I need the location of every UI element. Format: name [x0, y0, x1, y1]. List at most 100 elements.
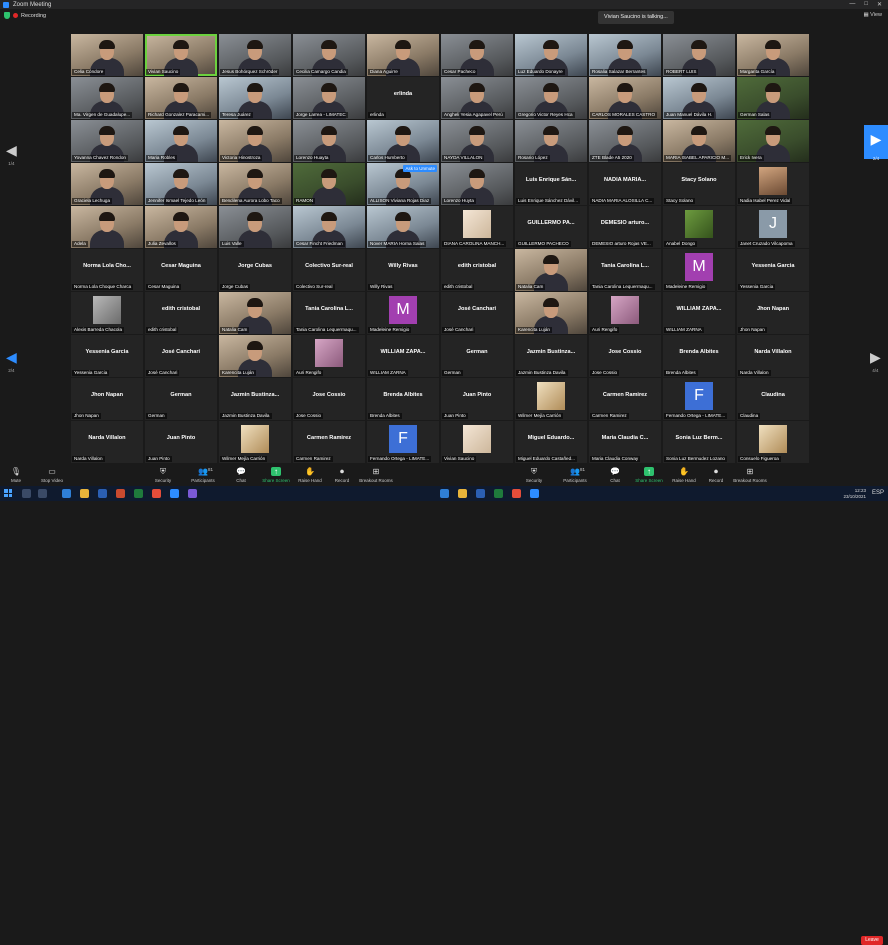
file-explorer-icon-2[interactable]	[458, 489, 467, 498]
breakout-rooms-button-2[interactable]: ⊞ Breakout Rooms	[733, 467, 767, 483]
participant-tile[interactable]: WILLIAM ZAPA... WILLIAM ZARNA	[367, 335, 439, 377]
participant-tile[interactable]: erlinda erlinda	[367, 77, 439, 119]
participant-tile[interactable]: Julia Zevallos	[145, 206, 217, 248]
powerpoint-icon[interactable]	[116, 489, 125, 498]
participant-tile[interactable]: Lorenzo Huayta	[293, 120, 365, 162]
participant-tile[interactable]: Carmen Ramirez Carmen Ramirez	[293, 421, 365, 463]
excel-icon[interactable]	[134, 489, 143, 498]
participant-tile[interactable]: Vivian Saucino	[145, 34, 217, 76]
view-button[interactable]: ▦ View	[863, 12, 882, 18]
breakout-rooms-button[interactable]: ⊞ Breakout Rooms	[359, 467, 393, 483]
participant-tile[interactable]: CARLOS MORALES CASTRO	[589, 77, 661, 119]
participant-tile[interactable]: Consuelo Figueroa	[737, 421, 809, 463]
participant-tile[interactable]: MARIA ISABEL APARICIO M...	[663, 120, 735, 162]
participant-tile[interactable]: Claudina Claudina	[737, 378, 809, 420]
language-indicator[interactable]: ESP	[872, 490, 884, 496]
participant-tile[interactable]: Richard Gonzalez Paracami...	[145, 77, 217, 119]
participant-tile[interactable]: Gregorio Victor Reyes Hca	[515, 77, 587, 119]
participant-tile[interactable]: Natalia Cam	[219, 292, 291, 334]
participant-tile[interactable]: Teresa Juárez	[219, 77, 291, 119]
participant-tile[interactable]: Norma Lola Cho... Norma Lola Choque Charc…	[71, 249, 143, 291]
participant-tile[interactable]: ZTE Blade A5 2020	[589, 120, 661, 162]
participant-tile[interactable]: Luis Valle	[219, 206, 291, 248]
participant-tile[interactable]: Natalia Cam	[515, 249, 587, 291]
participant-tile[interactable]: Lorenzo Huyta	[441, 163, 513, 205]
participant-tile[interactable]: Jennifer Ismael Tejedo León	[145, 163, 217, 205]
participant-tile[interactable]: Narda Villalon Narda Villalon	[71, 421, 143, 463]
participant-tile[interactable]: Anabel Dongo	[663, 206, 735, 248]
participant-tile[interactable]: German German	[145, 378, 217, 420]
maximize-button[interactable]: □	[864, 1, 868, 8]
participant-tile[interactable]: Jorge Larrea - LIMATEC	[293, 77, 365, 119]
participant-tile[interactable]: Vivian Saucino	[441, 421, 513, 463]
participant-tile[interactable]: Adela	[71, 206, 143, 248]
previous-page-button-2[interactable]: ◀ 2/4	[6, 349, 17, 373]
participant-tile[interactable]: Cesar Fincht Friedman	[293, 206, 365, 248]
share-screen-button-2[interactable]: ↑ Share Screen	[632, 467, 666, 483]
participant-tile[interactable]: José Canchari José Canchari	[145, 335, 217, 377]
participant-tile[interactable]: M Madeleine Remigio	[663, 249, 735, 291]
participant-tile[interactable]: Jazmin Bustinza... Jazmin Bustinza Davila	[219, 378, 291, 420]
shield-icon[interactable]	[4, 12, 10, 19]
participant-tile[interactable]: Nadia Isabel Perez Vidal	[737, 163, 809, 205]
participant-tile[interactable]: Jesus Bohórquez Schröder	[219, 34, 291, 76]
participant-tile[interactable]: José Canchari José Canchari	[441, 292, 513, 334]
participant-tile[interactable]: Celia Cóndore	[71, 34, 143, 76]
teams-icon[interactable]	[188, 489, 197, 498]
participant-tile[interactable]: Jhon Napan Jhon Napan	[71, 378, 143, 420]
participant-tile[interactable]: NADIA MARIA... NADIA MARIA ALOSILLA C...	[589, 163, 661, 205]
participant-tile[interactable]: Ask to Unmute ALLISON Viviana Rojas Diaz	[367, 163, 439, 205]
participant-tile[interactable]: Alexis Barreda Chacola	[71, 292, 143, 334]
chat-button-2[interactable]: 💬 Chat	[598, 467, 632, 483]
participant-tile[interactable]: Cesar Pacheco	[441, 34, 513, 76]
participant-tile[interactable]: Brenda Albites Brenda Albites	[367, 378, 439, 420]
participant-tile[interactable]: DIANA CAROLINA MANCH...	[441, 206, 513, 248]
close-button[interactable]: ✕	[877, 1, 882, 8]
chat-button[interactable]: 💬 Chat	[224, 467, 258, 483]
participant-tile[interactable]: Ma. Virgen de Guadalupe...	[71, 77, 143, 119]
participant-tile[interactable]: Erick Ivera	[737, 120, 809, 162]
participant-tile[interactable]: Jorge Cubas Jorge Cubas	[219, 249, 291, 291]
participant-tile[interactable]: Juan Pinto Juan Pinto	[145, 421, 217, 463]
file-explorer-icon[interactable]	[80, 489, 89, 498]
participant-tile[interactable]: Stacy Solano Stacy Solano	[663, 163, 735, 205]
edge-browser-icon[interactable]	[62, 489, 71, 498]
excel-icon-2[interactable]	[494, 489, 503, 498]
participant-tile[interactable]: F Fernando Ortega - LIMATE...	[367, 421, 439, 463]
participant-tile[interactable]: Auri Rengifo	[589, 292, 661, 334]
participant-tile[interactable]: Yessenia Garcia Yessenia Garcia	[71, 335, 143, 377]
participant-tile[interactable]: Jose Cossio Jose Cossio	[589, 335, 661, 377]
participant-tile[interactable]: RAMON	[293, 163, 365, 205]
participant-tile[interactable]: Nover MARIA Horna Salas	[367, 206, 439, 248]
word-icon[interactable]	[98, 489, 107, 498]
raise-hand-button-2[interactable]: ✋ Raise Hand	[667, 467, 701, 483]
participant-tile[interactable]: Juan Manuel Dávila H.	[663, 77, 735, 119]
participant-tile[interactable]: Sonia Luz Berm... Sonia Luz Bermudez Loza…	[663, 421, 735, 463]
participant-tile[interactable]: edith cristobal edith cristobal	[145, 292, 217, 334]
participant-tile[interactable]: Jhon Napan Jhon Napan	[737, 292, 809, 334]
participant-tile[interactable]: Tania Carolina L... Tania Carolina Lequer…	[589, 249, 661, 291]
participants-button[interactable]: 👥 Participants 81	[186, 467, 220, 483]
participant-tile[interactable]: Yovanna Chavez Rondon	[71, 120, 143, 162]
raise-hand-button[interactable]: ✋ Raise Hand	[293, 467, 327, 483]
participant-tile[interactable]: German Salas	[737, 77, 809, 119]
record-button[interactable]: ⏺ Record	[325, 467, 359, 483]
participant-tile[interactable]: Luz Eduardo Donayre	[515, 34, 587, 76]
zoom-taskbar-icon-2[interactable]	[530, 489, 539, 498]
mute-button[interactable]: 🎙 Mute	[0, 467, 33, 483]
participant-tile[interactable]: GUILLERMO PA... GUILLERMO PACHECO	[515, 206, 587, 248]
participant-tile[interactable]: Juan Pinto Juan Pinto	[441, 378, 513, 420]
participant-tile[interactable]: Carlos Humberto	[367, 120, 439, 162]
participant-tile[interactable]: Bendilena Aurora Lobo Taco	[219, 163, 291, 205]
participant-tile[interactable]: F Fernando Ortega - LIMATE...	[663, 378, 735, 420]
participant-tile[interactable]: WILLIAM ZAPA... WILLIAM ZARNA	[663, 292, 735, 334]
participant-tile[interactable]: Willy Rivas Willy Rivas	[367, 249, 439, 291]
record-button-2[interactable]: ⏺ Record	[699, 467, 733, 483]
participant-tile[interactable]: Cesar Maguina Cesar Maguina	[145, 249, 217, 291]
participant-tile[interactable]: Wilmer Mejía Carrión	[219, 421, 291, 463]
zoom-taskbar-icon[interactable]	[170, 489, 179, 498]
participant-tile[interactable]: Diana Aguirre	[367, 34, 439, 76]
ask-to-unmute-tooltip[interactable]: Ask to Unmute	[403, 165, 437, 172]
search-icon[interactable]	[22, 489, 31, 498]
participant-tile[interactable]: Auri Rengifo	[293, 335, 365, 377]
